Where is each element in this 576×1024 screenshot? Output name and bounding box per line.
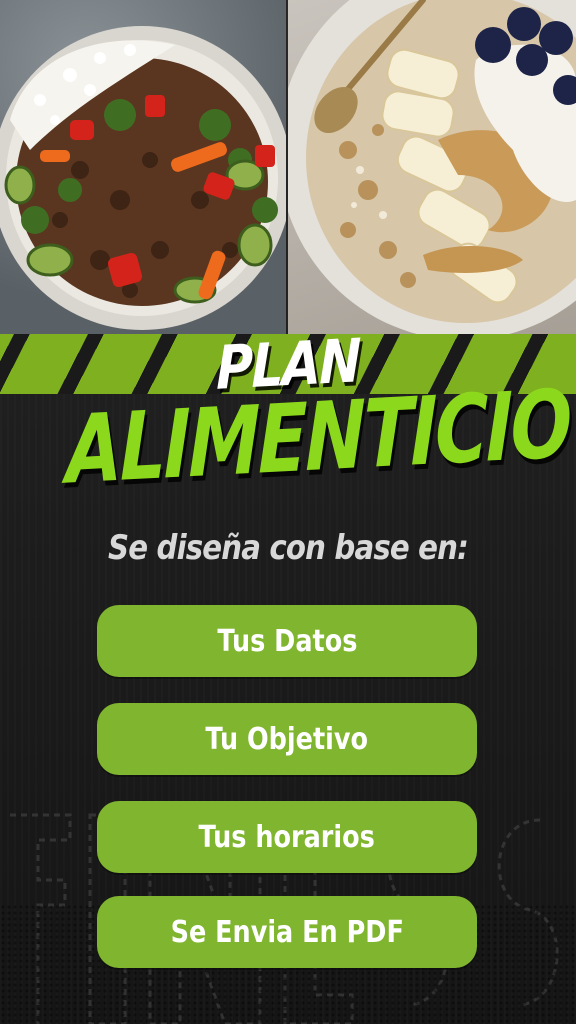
se-envia-pdf-button[interactable]: Se Envia En PDF [97,896,477,968]
button-label: Tu Objetivo [205,721,369,757]
promo-page: PLAN ALIMENTICIO Se diseña con base en: … [0,0,576,1024]
button-label: Tus horarios [198,819,376,855]
stir-fry-bowl-photo [0,0,286,334]
tus-datos-button[interactable]: Tus Datos [97,605,477,677]
stir-fry-illustration [0,26,286,330]
oatmeal-banana-bowl-photo [288,0,576,334]
subtitle: Se diseña con base en: [108,528,469,568]
button-label: Se Envia En PDF [170,914,404,950]
food-photos [0,0,576,334]
button-label: Tus Datos [216,623,358,659]
tu-objetivo-button[interactable]: Tu Objetivo [97,703,477,775]
title-alimenticio: ALIMENTICIO [66,370,570,506]
oatmeal-illustration [288,0,576,334]
tus-horarios-button[interactable]: Tus horarios [97,801,477,873]
